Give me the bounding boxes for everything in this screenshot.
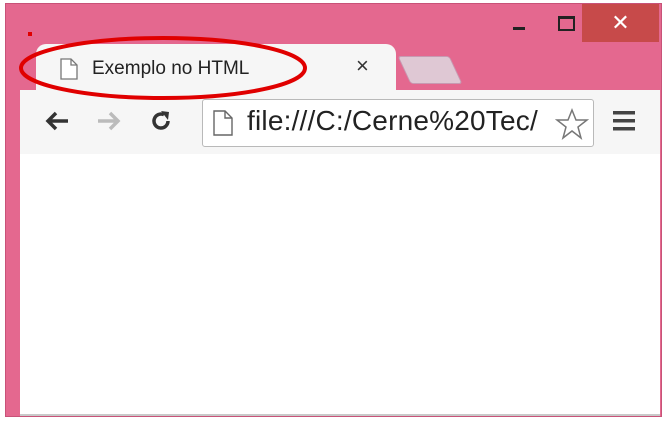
minimize-button[interactable] xyxy=(496,4,542,42)
bookmark-star-button[interactable] xyxy=(554,107,590,141)
star-icon xyxy=(554,107,590,140)
url-text: file:///C:/Cerne%20Tec/ xyxy=(247,105,538,136)
reload-icon xyxy=(152,111,170,130)
new-tab-button[interactable] xyxy=(397,56,463,84)
close-window-button[interactable]: ✕ xyxy=(582,4,659,42)
annotation-dot xyxy=(28,32,32,36)
address-bar[interactable]: file:///C:/Cerne%20Tec/ xyxy=(202,99,594,147)
forward-arrow-icon xyxy=(98,111,121,131)
forward-button[interactable] xyxy=(92,104,126,138)
back-arrow-icon xyxy=(45,111,68,131)
tab-close-button[interactable]: × xyxy=(356,54,369,78)
hamburger-menu-icon xyxy=(613,111,635,131)
page-content xyxy=(20,154,660,416)
maximize-icon xyxy=(557,15,575,31)
tab-active[interactable]: Exemplo no HTML × xyxy=(36,44,396,92)
back-button[interactable] xyxy=(40,104,74,138)
close-icon: ✕ xyxy=(611,10,630,35)
browser-window: ✕ Exemplo no HTML × file:///C:/Cerne%20T… xyxy=(5,3,662,417)
chrome-menu-button[interactable] xyxy=(610,106,640,136)
reload-button[interactable] xyxy=(144,104,178,138)
browser-toolbar: file:///C:/Cerne%20Tec/ xyxy=(20,90,660,155)
minimize-icon xyxy=(513,26,525,30)
page-icon xyxy=(60,58,78,80)
tab-title: Exemplo no HTML xyxy=(92,58,250,79)
page-icon xyxy=(213,110,233,136)
